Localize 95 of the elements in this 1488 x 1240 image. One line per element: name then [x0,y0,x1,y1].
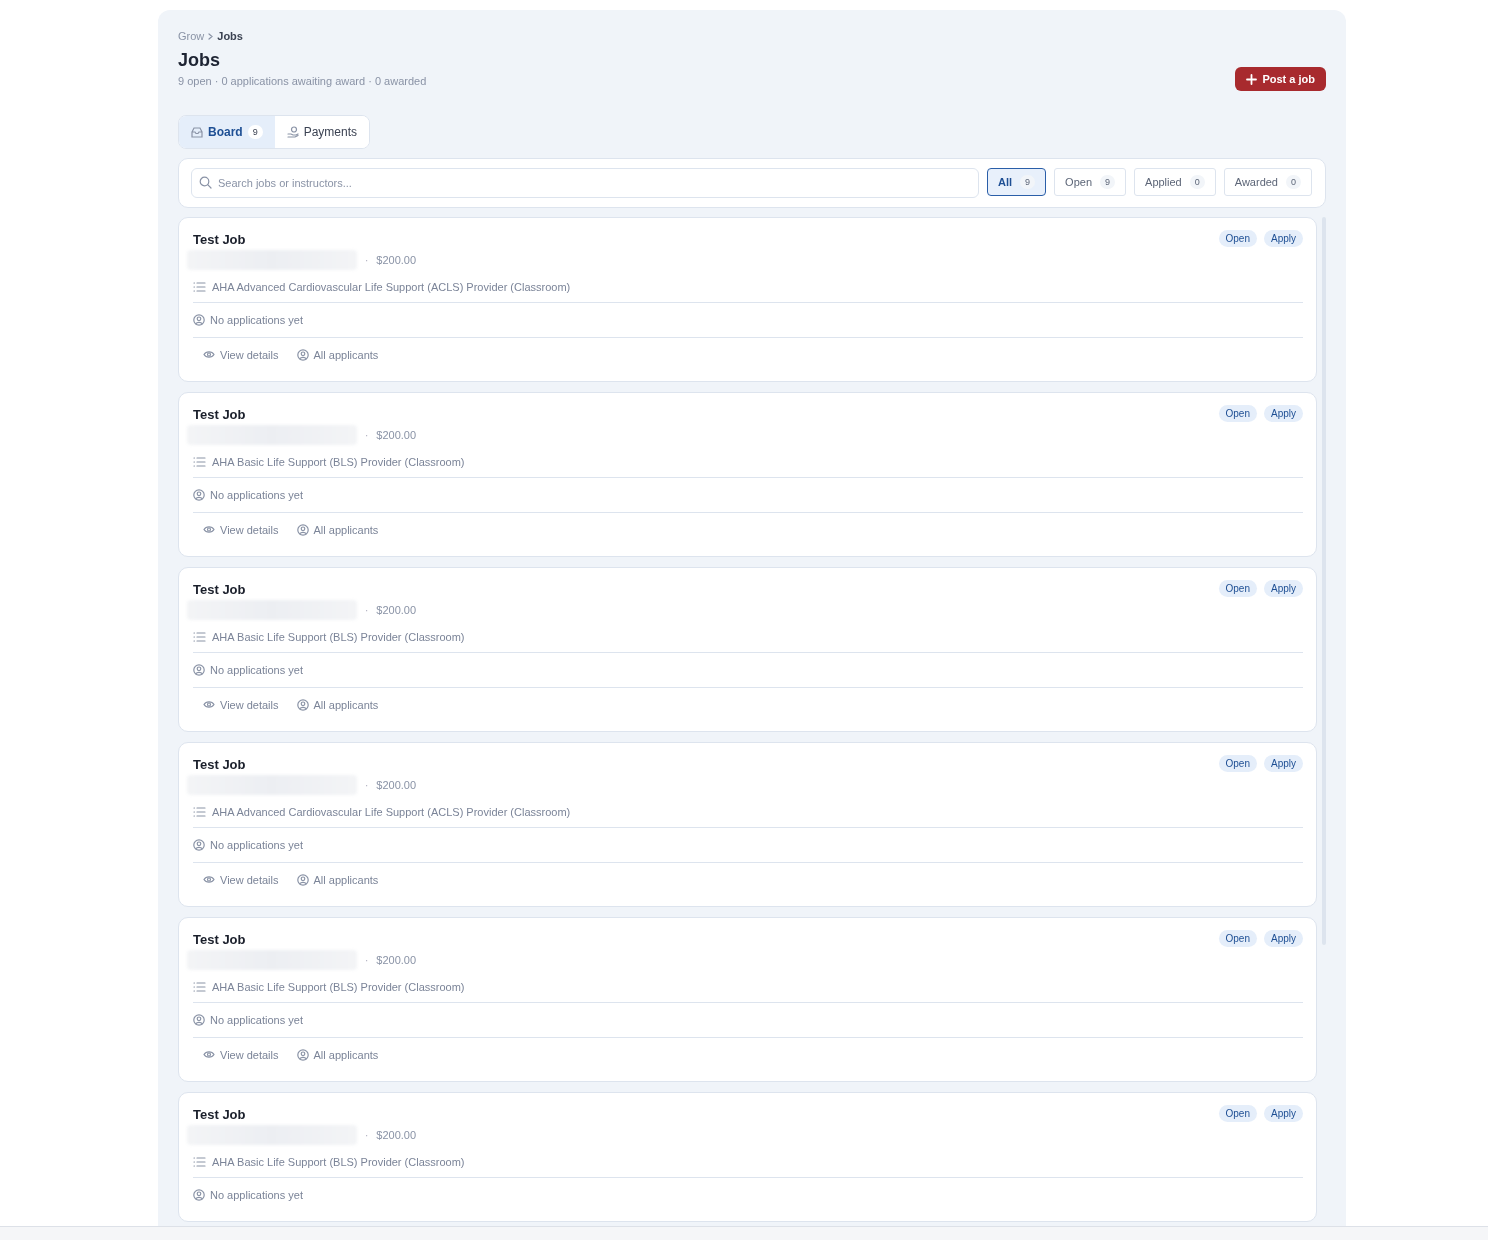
job-price: $200.00 [376,954,417,966]
action-link[interactable]: View details [203,348,279,361]
tab[interactable]: Board 9 [179,116,275,148]
job-title: Test Job [193,407,246,422]
action-link[interactable]: All applicants [296,1048,379,1061]
action-link[interactable]: View details [203,873,279,886]
separator-dot: · [365,429,369,441]
applications-status: No applications yet [210,1013,303,1026]
action-link[interactable]: All applicants [296,523,379,536]
applications-status: No applications yet [210,488,303,501]
user-circle-icon [193,1188,205,1201]
eye-icon [203,350,215,359]
status-badge: Apply [1264,580,1303,597]
chevron-right-icon [208,32,214,40]
status-badge: Apply [1264,230,1303,247]
applications-status: No applications yet [210,1188,303,1201]
job-price: $200.00 [376,1129,417,1141]
action-link[interactable]: View details [203,523,279,536]
status-badge: Apply [1264,405,1303,422]
user-circle-icon [193,1013,205,1026]
user-circle-icon [193,838,205,851]
user-circle-icon [193,488,205,501]
course-name: AHA Advanced Cardiovascular Life Support (ACLS) Provider (Classroom) [212,806,571,818]
hand-coins-icon [286,126,299,138]
job-price: $200.00 [376,254,417,266]
count-badge: 9 [247,125,263,139]
applications-status: No applications yet [210,838,303,851]
inbox-icon [191,126,203,138]
eye-icon [203,1050,215,1059]
action-link[interactable]: All applicants [296,698,379,711]
separator-dot: · [365,954,369,966]
eye-icon [203,525,215,534]
job-title: Test Job [193,582,246,597]
separator-dot: · [365,1129,369,1141]
list-icon [193,632,206,642]
action-link[interactable]: View details [203,1048,279,1061]
status-badge: Open [1218,230,1257,247]
filter-button[interactable]: All 9 [987,168,1047,196]
user-circle-icon [193,313,205,326]
search-field[interactable]: Search jobs or instructors... [191,168,980,198]
list-icon [193,282,206,292]
search-icon [199,176,212,189]
job-price: $200.00 [376,429,417,441]
page-title: Jobs [178,50,221,71]
job-title: Test Job [193,932,246,947]
list-icon [193,1157,206,1167]
count-badge: 0 [1189,175,1205,189]
job-price: $200.00 [376,604,417,616]
separator-dot: · [365,779,369,791]
course-name: AHA Basic Life Support (BLS) Provider (Classroom) [212,456,465,468]
list-icon [193,807,206,817]
job-title: Test Job [193,232,246,247]
status-badge: Open [1218,930,1257,947]
user-circle-icon [296,523,309,536]
post-job-button[interactable]: Post a job [1235,67,1326,91]
job-price: $200.00 [376,779,417,791]
list-icon [193,457,206,467]
status-badge: Open [1218,580,1257,597]
course-name: AHA Basic Life Support (BLS) Provider (Classroom) [212,631,465,643]
status-badge: Apply [1264,1105,1303,1122]
status-badge: Open [1218,755,1257,772]
user-circle-icon [296,1048,309,1061]
eye-icon [203,875,215,884]
jobs-summary: 9 open · 0 applications awaiting award · 0 awarded [178,75,427,87]
applications-status: No applications yet [210,313,303,326]
breadcrumb-item: Jobs [217,30,243,42]
status-badge: Open [1218,1105,1257,1122]
plus-icon [1246,73,1258,85]
list-icon [193,982,206,992]
course-name: AHA Advanced Cardiovascular Life Support (ACLS) Provider (Classroom) [212,281,571,293]
user-circle-icon [296,873,309,886]
separator-dot: · [365,604,369,616]
status-badge: Apply [1264,755,1303,772]
job-title: Test Job [193,1107,246,1122]
action-link[interactable]: All applicants [296,348,379,361]
separator-dot: · [365,254,369,266]
action-link[interactable]: View details [203,698,279,711]
job-title: Test Job [193,757,246,772]
filter-button[interactable]: Awarded 0 [1223,168,1312,196]
user-circle-icon [193,663,205,676]
count-badge: 9 [1020,175,1036,189]
user-circle-icon [296,348,309,361]
action-link[interactable]: All applicants [296,873,379,886]
course-name: AHA Basic Life Support (BLS) Provider (Classroom) [212,1156,465,1168]
status-badge: Open [1218,405,1257,422]
status-badge: Apply [1264,930,1303,947]
user-circle-icon [296,698,309,711]
applications-status: No applications yet [210,663,303,676]
course-name: AHA Basic Life Support (BLS) Provider (Classroom) [212,981,465,993]
eye-icon [203,700,215,709]
filter-button[interactable]: Open 9 [1054,168,1127,196]
breadcrumb-item[interactable]: Grow [178,30,205,42]
count-badge: 9 [1100,175,1116,189]
count-badge: 0 [1286,175,1301,189]
filter-button[interactable]: Applied 0 [1134,168,1216,196]
